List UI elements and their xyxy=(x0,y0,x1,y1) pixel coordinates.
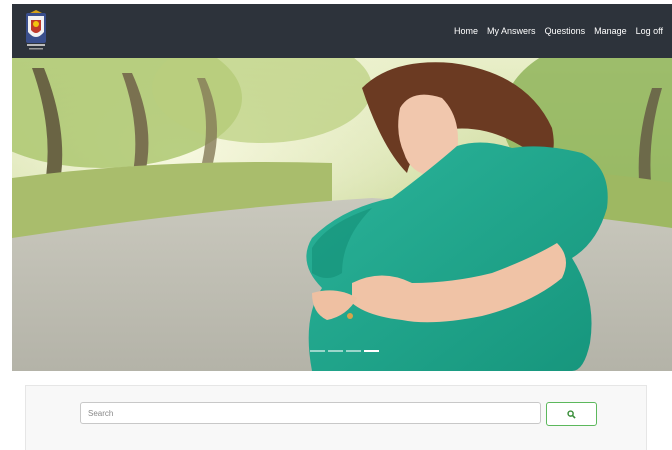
search-button[interactable] xyxy=(546,402,597,426)
search-panel xyxy=(25,385,647,450)
carousel-indicator[interactable] xyxy=(346,350,361,352)
crest-logo-icon[interactable] xyxy=(24,10,48,52)
nav-my-answers-link[interactable]: My Answers xyxy=(487,26,536,36)
nav-manage-link[interactable]: Manage xyxy=(594,26,627,36)
nav-questions-link[interactable]: Questions xyxy=(545,26,586,36)
hero-carousel[interactable] xyxy=(12,58,672,371)
nav-home-link[interactable]: Home xyxy=(454,26,478,36)
nav-links: Home My Answers Questions Manage Log off xyxy=(454,4,672,58)
carousel-indicator-active[interactable] xyxy=(364,350,379,352)
carousel-indicators xyxy=(310,350,379,352)
search-icon xyxy=(567,409,576,419)
nav-log-off-link[interactable]: Log off xyxy=(636,26,663,36)
carousel-indicator[interactable] xyxy=(328,350,343,352)
hero-image xyxy=(12,58,672,371)
top-navbar: Home My Answers Questions Manage Log off xyxy=(12,4,672,58)
search-input[interactable] xyxy=(80,402,541,424)
carousel-indicator[interactable] xyxy=(310,350,325,352)
